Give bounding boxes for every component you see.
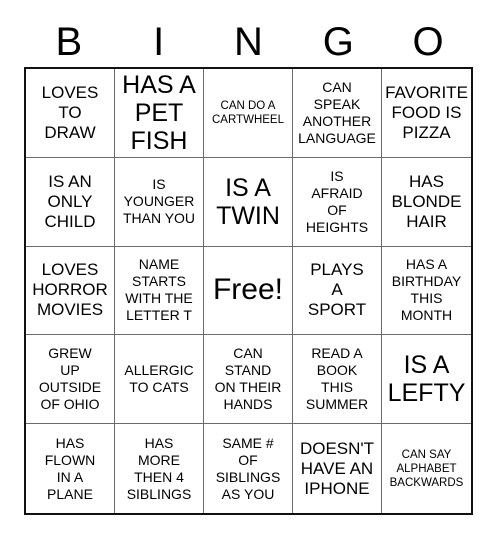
bingo-cell-label: NAME STARTS WITH THE LETTER T xyxy=(125,256,193,324)
bingo-cell-label: HAS A BIRTHDAY THIS MONTH xyxy=(391,256,462,324)
bingo-cell[interactable]: CAN STAND ON THEIR HANDS xyxy=(204,335,293,425)
bingo-cell[interactable]: GREW UP OUTSIDE OF OHIO xyxy=(26,335,115,425)
bingo-cell-label: DOESN'T HAVE AN IPHONE xyxy=(299,438,375,498)
bingo-cell[interactable]: IS YOUNGER THAN YOU xyxy=(115,157,204,247)
bingo-cell-label: LOVES TO DRAW xyxy=(41,82,99,142)
bingo-cell[interactable]: LOVES HORROR MOVIES xyxy=(26,246,115,336)
bingo-cell-label: LOVES HORROR MOVIES xyxy=(32,260,108,320)
bingo-cell[interactable]: FAVORITE FOOD IS PIZZA xyxy=(382,69,471,158)
bingo-cell-label: HAS MORE THEN 4 SIBLINGS xyxy=(126,434,192,502)
header-letter-i: I xyxy=(153,20,165,64)
header-letter-n: N xyxy=(234,20,263,64)
bingo-cell-label: IS YOUNGER THAN YOU xyxy=(122,176,196,227)
bingo-cell-label: IS AN ONLY CHILD xyxy=(44,171,96,231)
bingo-cell[interactable]: HAS FLOWN IN A PLANE xyxy=(26,424,115,513)
bingo-cell[interactable]: HAS A PET FISH xyxy=(115,69,204,158)
bingo-cell[interactable]: CAN SPEAK ANOTHER LANGUAGE xyxy=(293,69,382,158)
bingo-cell-label: FAVORITE FOOD IS PIZZA xyxy=(385,82,468,142)
bingo-cell[interactable]: READ A BOOK THIS SUMMER xyxy=(293,335,382,425)
bingo-cell[interactable]: ALLERGIC TO CATS xyxy=(115,335,204,425)
bingo-cell[interactable]: CAN DO A CARTWHEEL xyxy=(204,69,293,158)
bingo-cell-label: HAS FLOWN IN A PLANE xyxy=(44,434,96,502)
bingo-card: B I N G O LOVES TO DRAW HAS A PET FISH CAN… xyxy=(0,0,500,544)
bingo-cell[interactable]: IS A TWIN xyxy=(204,157,293,247)
bingo-cell-label: GREW UP OUTSIDE OF OHIO xyxy=(38,345,102,413)
header-letter-o: O xyxy=(412,20,444,64)
bingo-cell-label: CAN DO A CARTWHEEL xyxy=(212,99,284,126)
bingo-cell-label: SAME # OF SIBLINGS AS YOU xyxy=(215,434,281,502)
bingo-cell[interactable]: LOVES TO DRAW xyxy=(26,69,115,158)
bingo-cell-label: CAN SAY ALPHABET BACKWARDS xyxy=(389,448,464,489)
bingo-header: B I N G O xyxy=(24,18,473,66)
bingo-grid: LOVES TO DRAW HAS A PET FISH CAN DO A CART… xyxy=(24,67,473,515)
bingo-cell-label: HAS BLONDE HAIR xyxy=(391,171,462,231)
bingo-cell-label: HAS A PET FISH xyxy=(122,70,196,155)
bingo-cell[interactable]: IS AFRAID OF HEIGHTS xyxy=(293,157,382,247)
bingo-cell[interactable]: DOESN'T HAVE AN IPHONE xyxy=(293,424,382,513)
header-letter-g: G xyxy=(322,20,354,64)
bingo-cell-free[interactable]: Free! xyxy=(204,246,293,336)
header-letter-b: B xyxy=(55,20,83,64)
bingo-cell-label: PLAYS A SPORT xyxy=(307,260,367,320)
bingo-cell[interactable]: CAN SAY ALPHABET BACKWARDS xyxy=(382,424,471,513)
bingo-cell[interactable]: HAS A BIRTHDAY THIS MONTH xyxy=(382,246,471,336)
bingo-cell-label: IS A LEFTY xyxy=(387,351,466,408)
bingo-cell-label: IS A TWIN xyxy=(216,173,280,230)
bingo-cell-label: Free! xyxy=(212,273,284,307)
bingo-cell[interactable]: SAME # OF SIBLINGS AS YOU xyxy=(204,424,293,513)
bingo-cell[interactable]: IS AN ONLY CHILD xyxy=(26,157,115,247)
bingo-cell[interactable]: NAME STARTS WITH THE LETTER T xyxy=(115,246,204,336)
bingo-cell[interactable]: PLAYS A SPORT xyxy=(293,246,382,336)
bingo-cell-label: CAN STAND ON THEIR HANDS xyxy=(214,345,282,413)
bingo-cell-label: IS AFRAID OF HEIGHTS xyxy=(305,167,369,235)
bingo-cell-label: READ A BOOK THIS SUMMER xyxy=(305,345,369,413)
bingo-cell[interactable]: HAS MORE THEN 4 SIBLINGS xyxy=(115,424,204,513)
bingo-cell[interactable]: HAS BLONDE HAIR xyxy=(382,157,471,247)
bingo-cell-label: ALLERGIC TO CATS xyxy=(124,362,194,396)
bingo-cell[interactable]: IS A LEFTY xyxy=(382,335,471,425)
bingo-cell-label: CAN SPEAK ANOTHER LANGUAGE xyxy=(298,78,376,146)
